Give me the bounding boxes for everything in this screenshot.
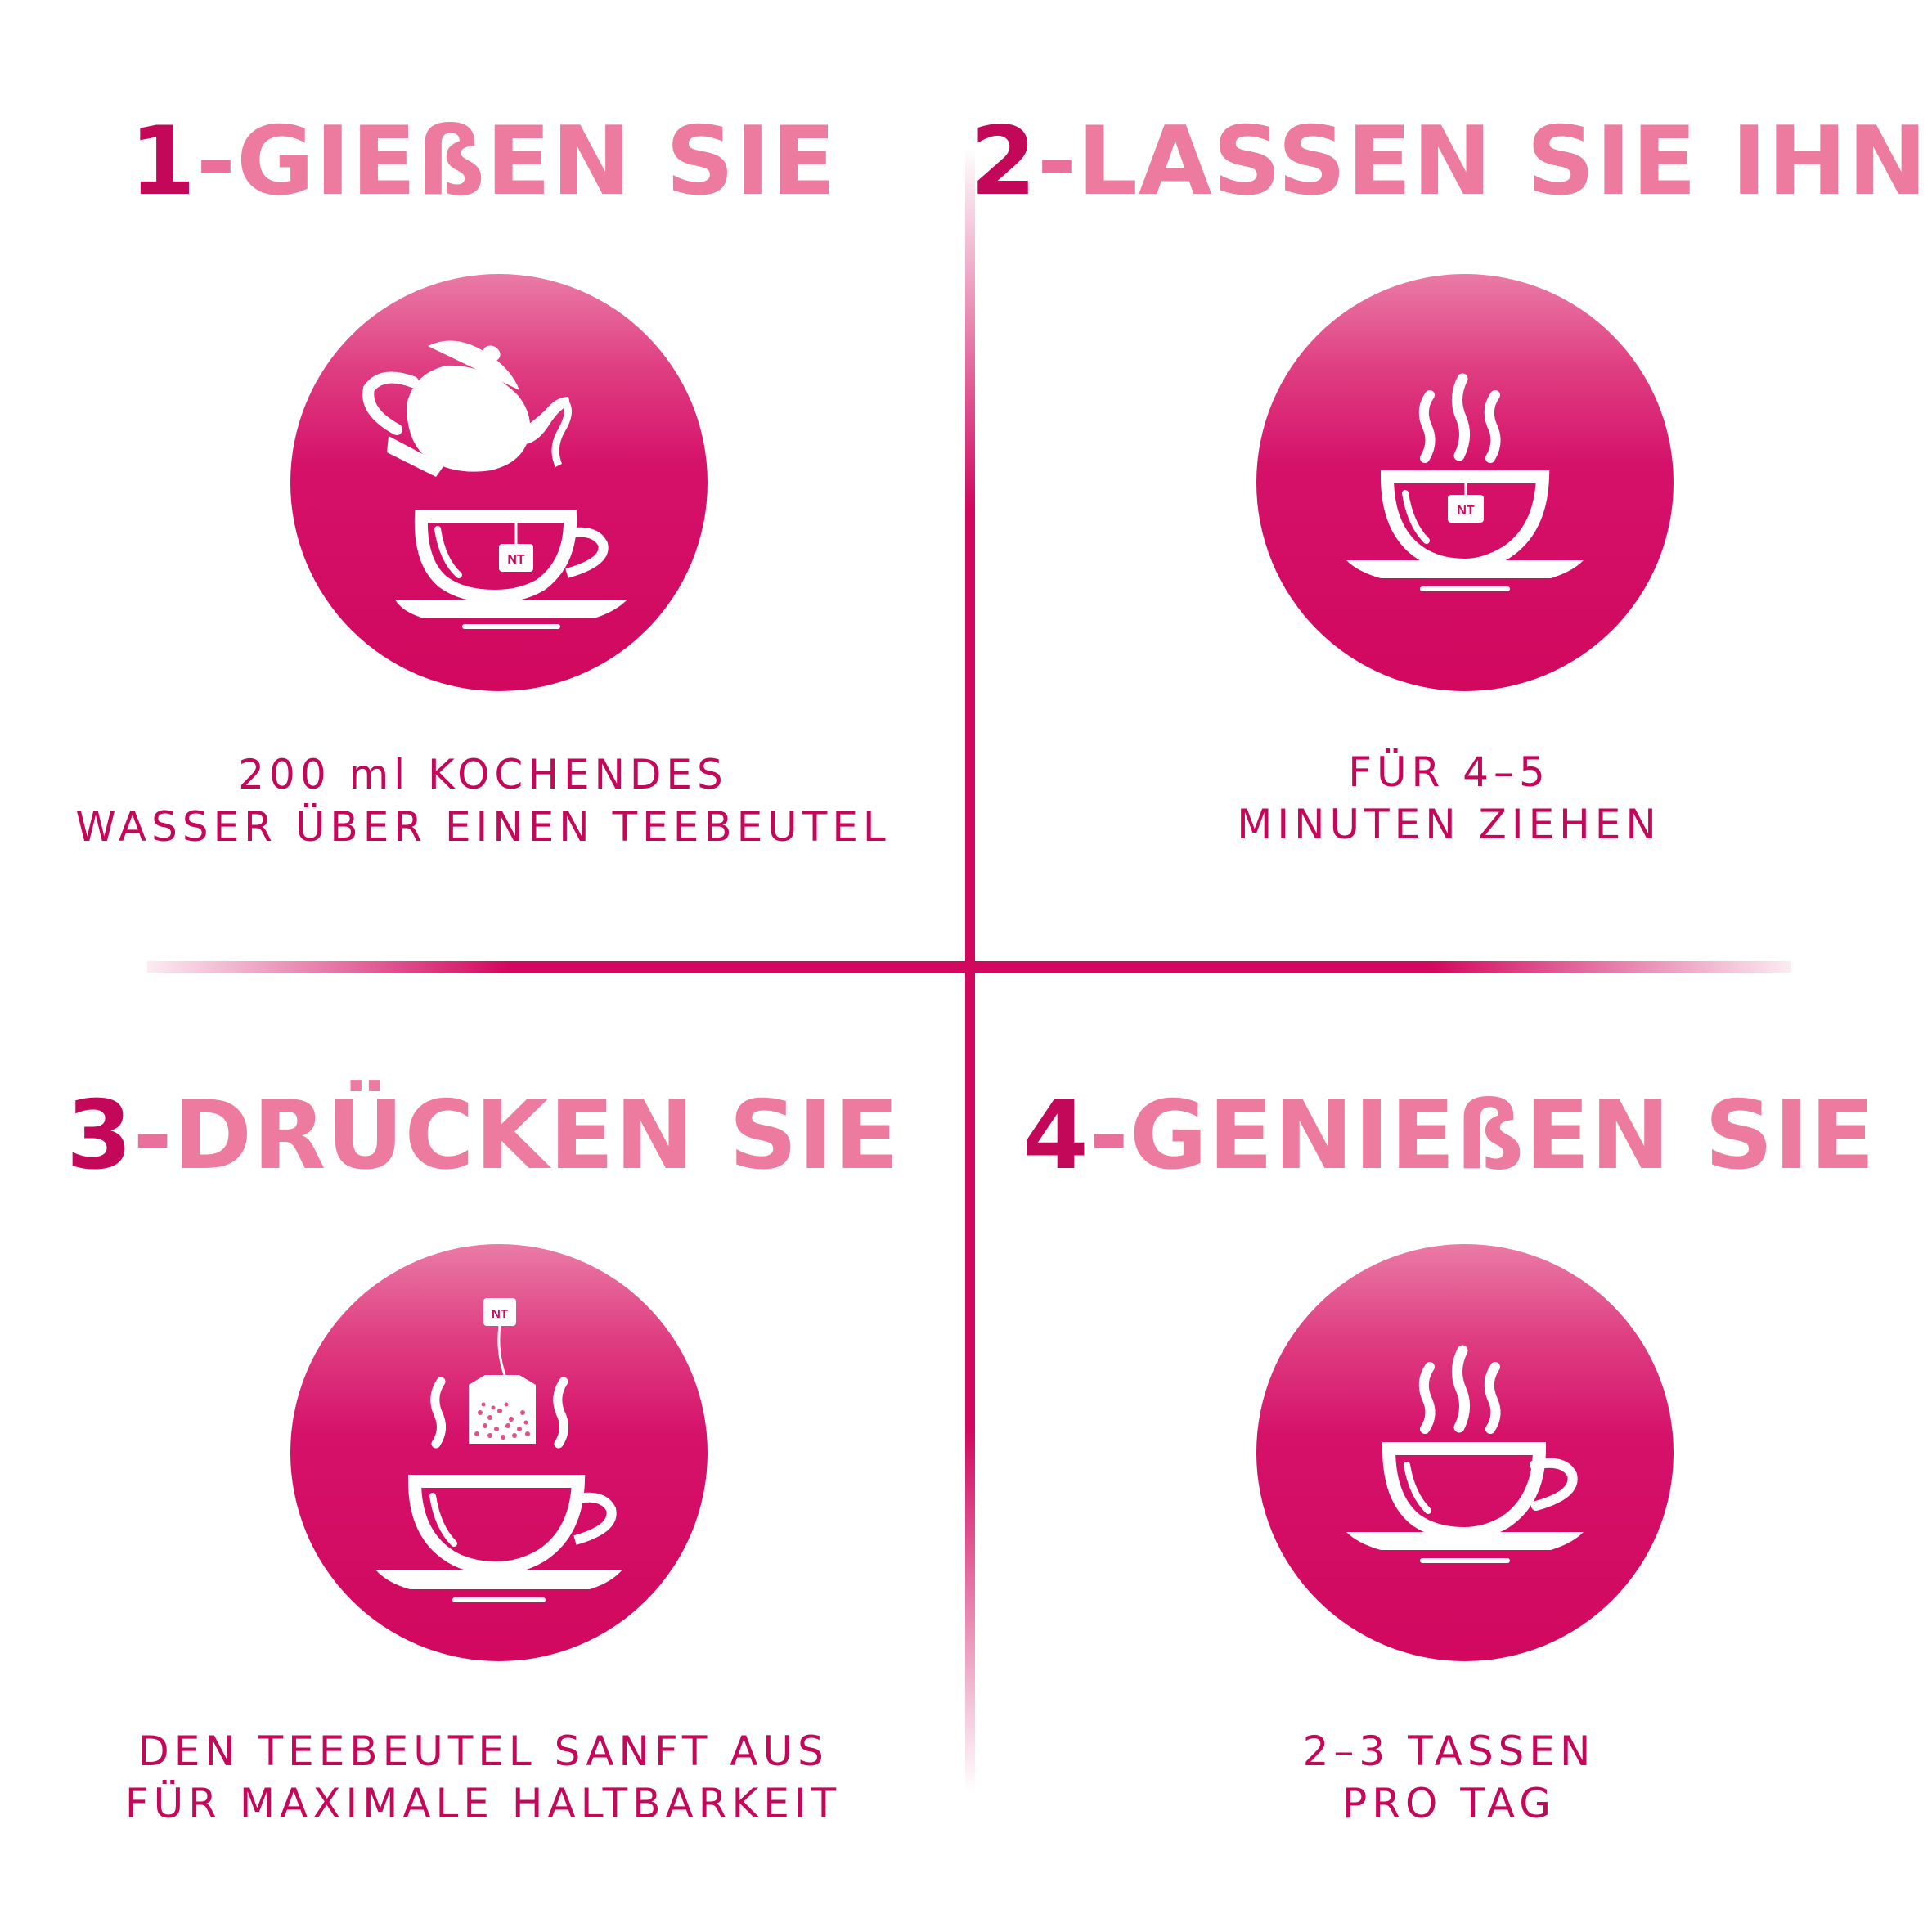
step-3-icon-circle: NT bbox=[290, 1244, 708, 1661]
step-separator: - bbox=[1036, 106, 1077, 217]
step-1-icon-circle: NT bbox=[290, 274, 708, 691]
steaming-cup-icon bbox=[1346, 1345, 1584, 1563]
description-line: PRO TAG bbox=[1342, 1780, 1556, 1827]
step-number: 2 bbox=[970, 106, 1037, 217]
step-heading: LASSEN SIE IHN bbox=[1076, 106, 1928, 217]
step-4-icon-circle bbox=[1256, 1244, 1674, 1661]
tea-instructions-page: 1-GIEßEN SIE NT 200 ml KOCHENDES WASSER … bbox=[0, 0, 1932, 1932]
description-line: 200 ml KOCHENDES bbox=[238, 751, 728, 798]
step-separator: - bbox=[1089, 1081, 1130, 1191]
step-separator: - bbox=[133, 1081, 173, 1191]
teapot-pouring-into-cup-icon: NT bbox=[362, 340, 627, 629]
description-line: 2–3 TASSEN bbox=[1302, 1728, 1596, 1775]
step-3-description: DEN TEEBEUTEL SANFT AUS FÜR MAXIMALE HAL… bbox=[0, 1725, 966, 1830]
steaming-cup-with-teabag-icon: NT bbox=[1346, 373, 1584, 591]
svg-text:NT: NT bbox=[492, 1307, 508, 1321]
description-line: DEN TEEBEUTEL SANFT AUS bbox=[137, 1728, 829, 1775]
step-4-title: 4-GENIEßEN SIE bbox=[966, 1089, 1932, 1184]
step-heading: GENIEßEN SIE bbox=[1129, 1081, 1876, 1191]
step-number: 1 bbox=[129, 106, 196, 217]
step-heading: GIEßEN SIE bbox=[236, 106, 837, 217]
step-separator: - bbox=[195, 106, 237, 217]
step-2-title: 2-LASSEN SIE IHN bbox=[966, 115, 1932, 209]
step-4-panel: 4-GENIEßEN SIE 2–3 TASSEN PRO TAG bbox=[966, 966, 1932, 1932]
svg-text:NT: NT bbox=[507, 553, 525, 567]
step-heading: DRÜCKEN SIE bbox=[173, 1081, 901, 1191]
step-2-icon-circle: NT bbox=[1256, 274, 1674, 691]
description-line: FÜR MAXIMALE HALTBARKEIT bbox=[124, 1780, 842, 1827]
step-number: 3 bbox=[65, 1081, 133, 1191]
step-2-panel: 2-LASSEN SIE IHN NT FÜR 4–5 MINUTEN ZIEH… bbox=[966, 0, 1932, 966]
teabag-over-cup-icon: NT bbox=[375, 1298, 622, 1602]
step-3-title: 3-DRÜCKEN SIE bbox=[0, 1089, 966, 1184]
step-number: 4 bbox=[1022, 1081, 1090, 1191]
step-1-panel: 1-GIEßEN SIE NT 200 ml KOCHENDES WASSER … bbox=[0, 0, 966, 966]
step-1-description: 200 ml KOCHENDES WASSER ÜBER EINEN TEEBE… bbox=[0, 748, 966, 853]
svg-text:NT: NT bbox=[1457, 504, 1475, 518]
step-3-panel: 3-DRÜCKEN SIE NT DEN TEEBEUTEL SANFT AUS… bbox=[0, 966, 966, 1932]
step-4-description: 2–3 TASSEN PRO TAG bbox=[966, 1725, 1932, 1830]
step-1-title: 1-GIEßEN SIE bbox=[0, 115, 966, 209]
description-line: MINUTEN ZIEHEN bbox=[1237, 801, 1661, 848]
description-line: WASSER ÜBER EINEN TEEBEUTEL bbox=[75, 803, 891, 851]
description-line: FÜR 4–5 bbox=[1348, 748, 1550, 796]
step-2-description: FÜR 4–5 MINUTEN ZIEHEN bbox=[966, 746, 1932, 851]
